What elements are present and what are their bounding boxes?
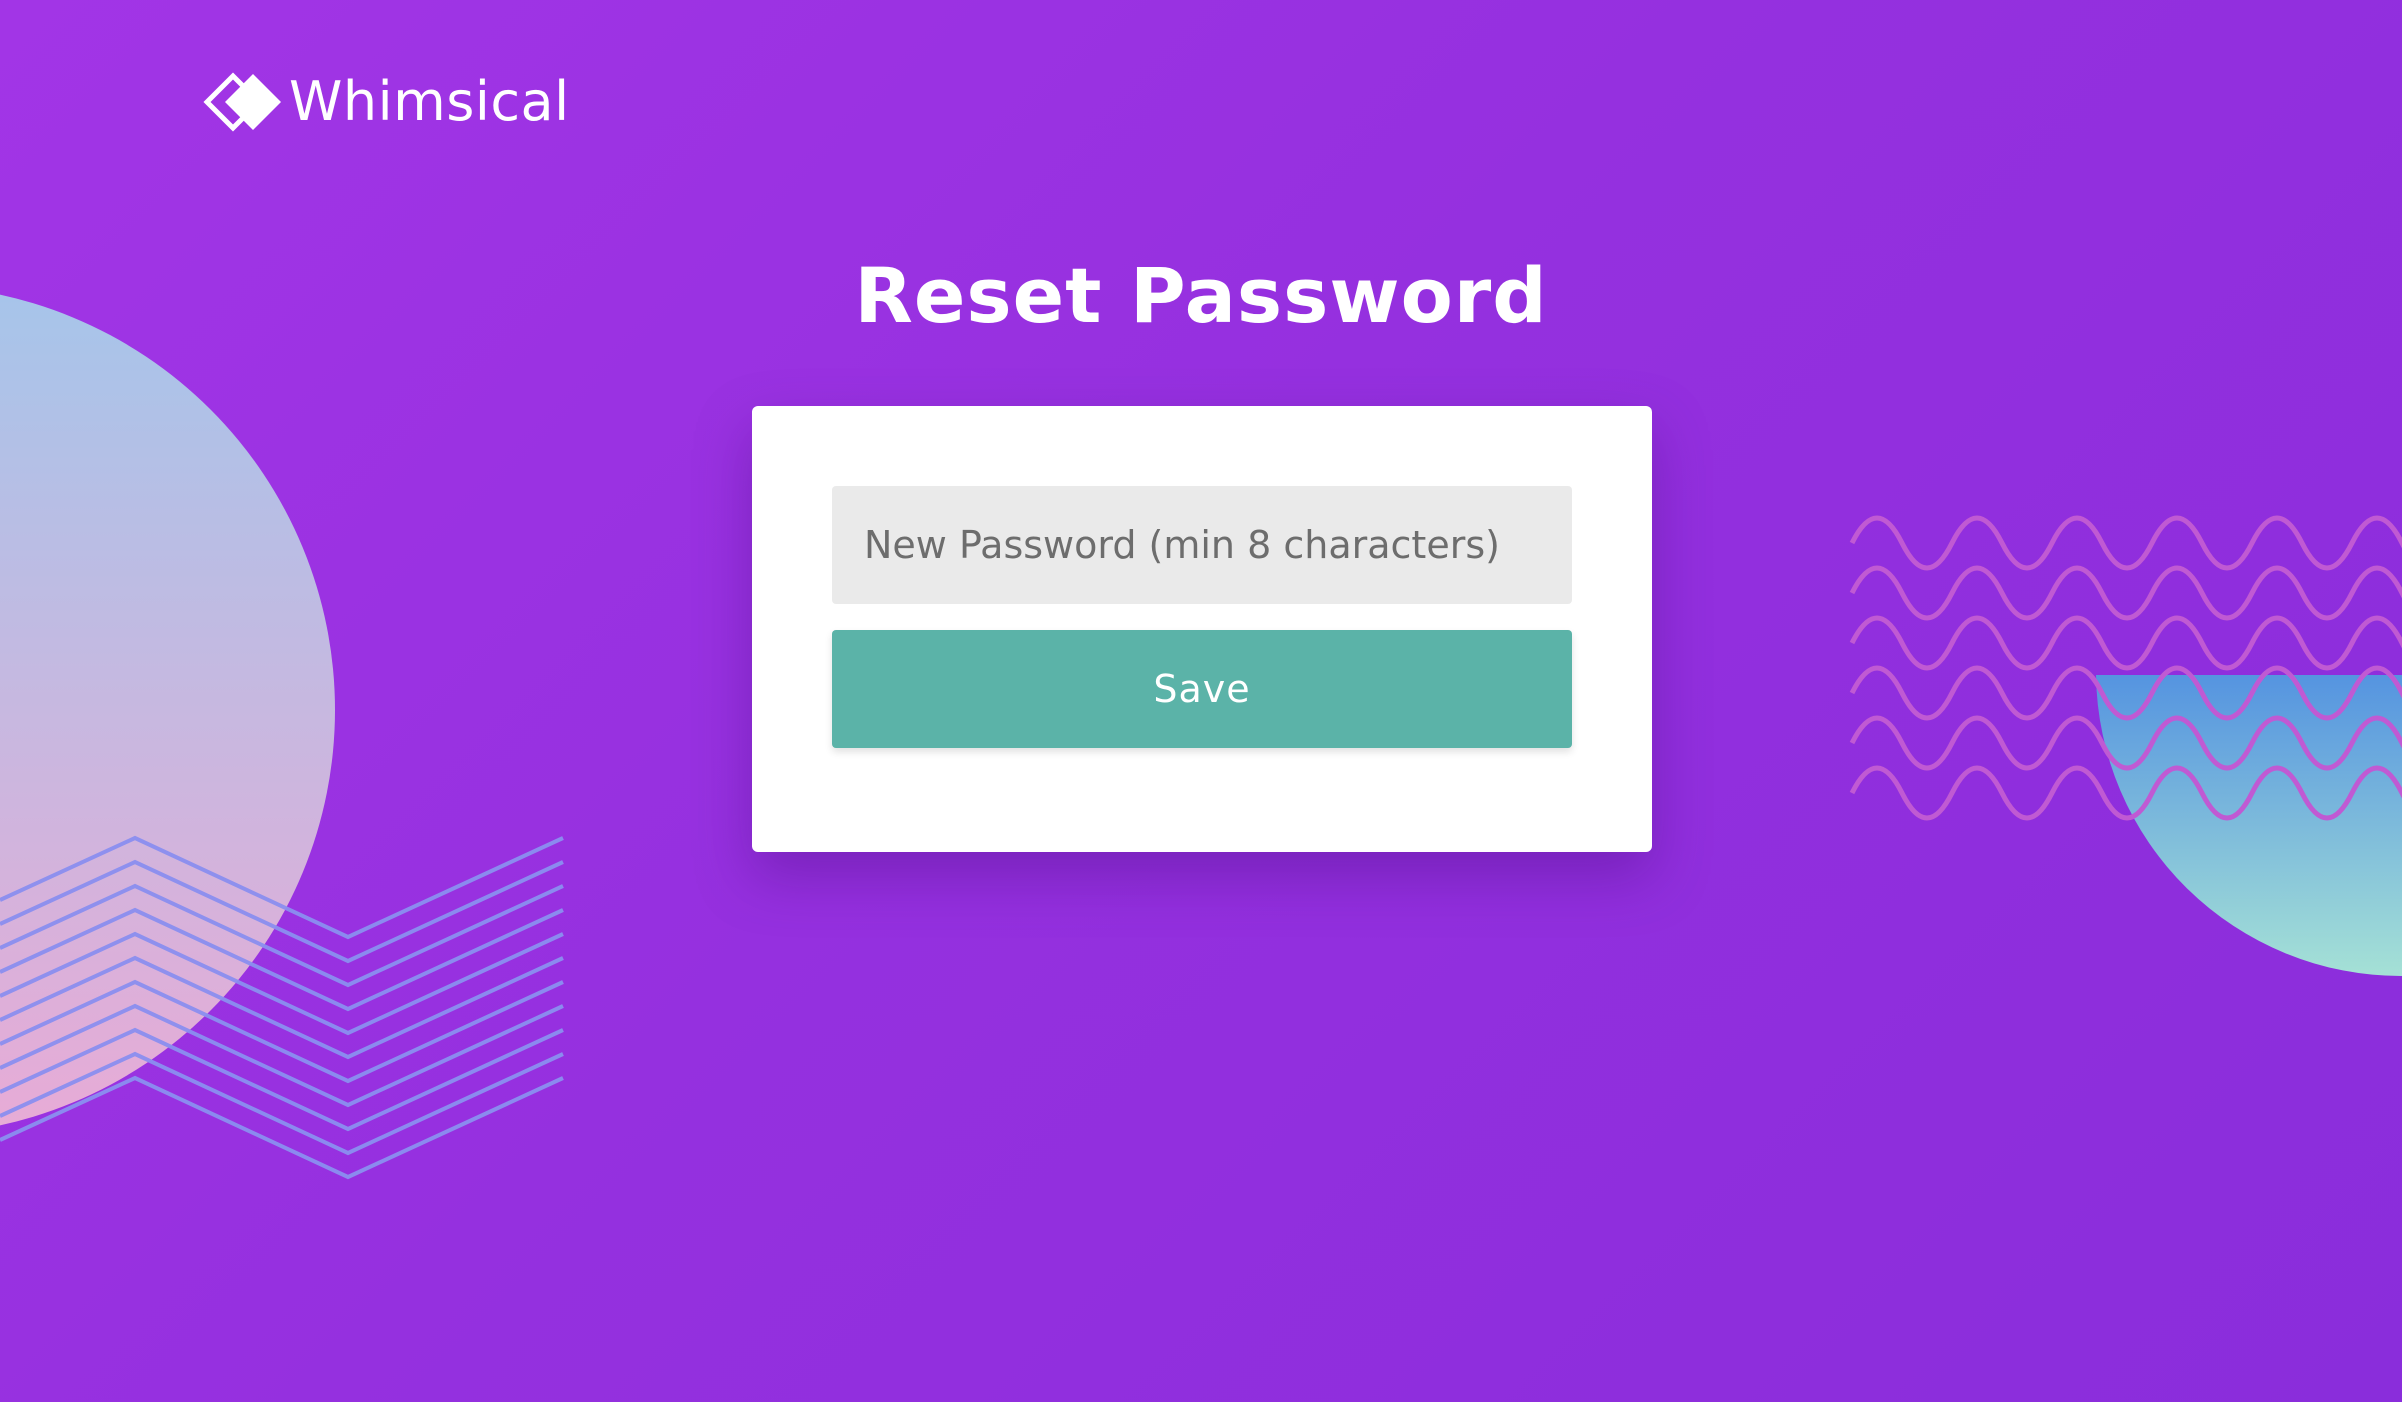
save-button[interactable]: Save [832, 630, 1572, 748]
whimsical-logo-icon [203, 72, 281, 132]
reset-password-card: Save [752, 406, 1652, 852]
left-decorative-circle [0, 294, 335, 1126]
left-zigzag-lines [0, 836, 565, 1179]
right-wave-lines [1852, 518, 2402, 818]
reset-password-page: Whimsical Reset Password Save [0, 0, 2402, 1402]
whimsical-logo[interactable]: Whimsical [203, 66, 570, 138]
brand-name: Whimsical [289, 70, 570, 133]
new-password-input[interactable] [832, 486, 1572, 604]
page-title: Reset Password [854, 251, 1548, 340]
right-decorative-half-circle [2096, 675, 2402, 977]
